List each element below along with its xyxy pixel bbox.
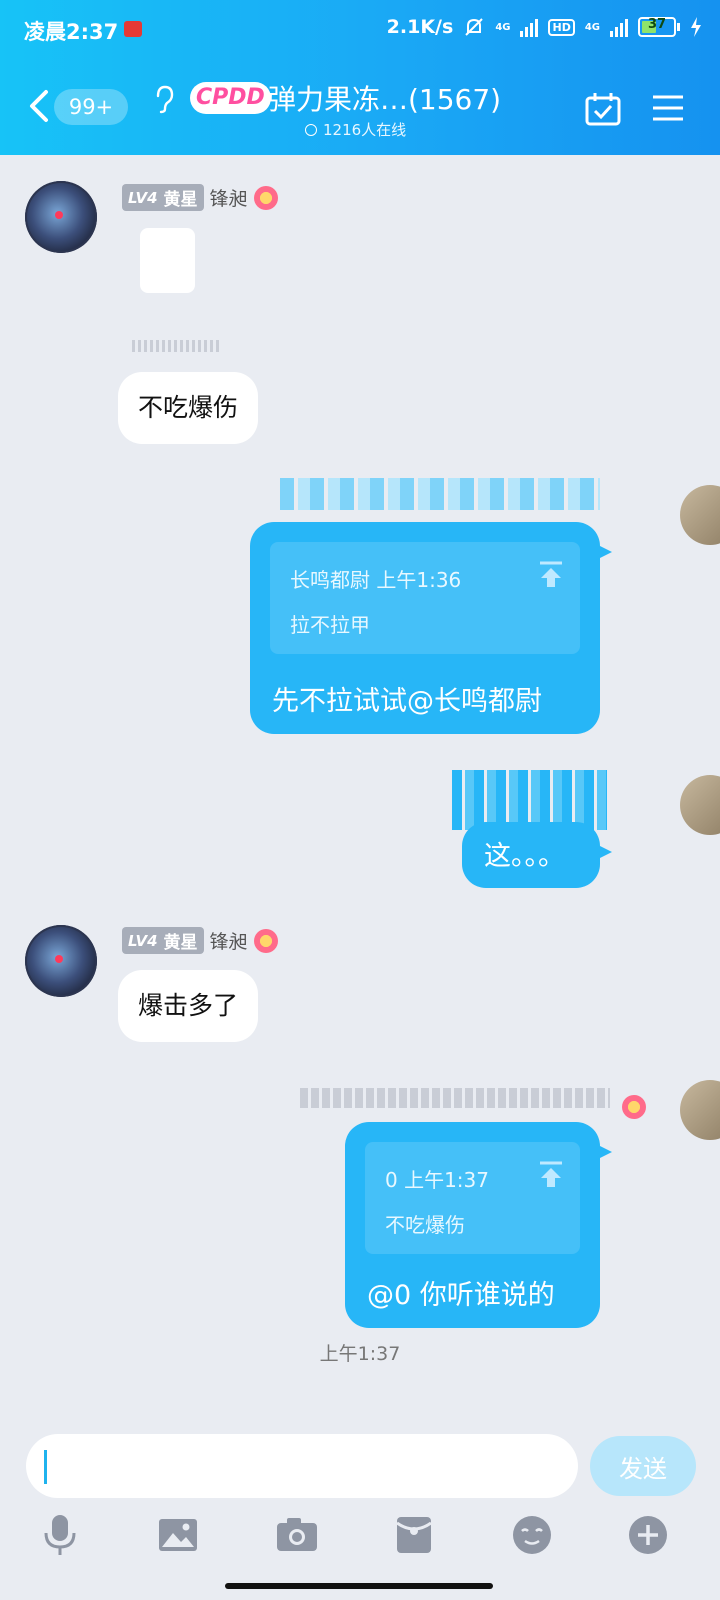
- message-input[interactable]: [26, 1434, 578, 1498]
- render-artifact: [452, 770, 607, 830]
- level-badge: LV4 黄星: [122, 927, 204, 954]
- chat-header: 凌晨2:37 2.1K/s 4G HD 4G 37 99+ CPDD 弹力果冻……: [0, 0, 720, 155]
- sender-info: LV4 黄星 锋昶: [122, 184, 278, 211]
- reply-message-bubble[interactable]: 长鸣都尉 上午1:36 拉不拉甲 先不拉试试@长鸣都尉: [250, 522, 612, 734]
- render-artifact: [300, 1088, 610, 1108]
- reply-message-bubble[interactable]: 0 上午1:37 不吃爆伤 @0 你听谁说的: [345, 1122, 612, 1328]
- mute-bell-icon: [465, 18, 484, 36]
- quoted-message[interactable]: 长鸣都尉 上午1:36 拉不拉甲: [270, 542, 580, 654]
- bubble-tail: [596, 544, 612, 560]
- red-packet-icon[interactable]: [392, 1513, 436, 1557]
- quoted-text: 不吃爆伤: [385, 1213, 465, 1237]
- self-avatar[interactable]: [680, 485, 720, 545]
- notification-app-icon: [124, 21, 142, 37]
- charging-icon: [691, 17, 701, 37]
- hd-badge: HD: [548, 18, 575, 36]
- quoted-text: 拉不拉甲: [290, 613, 370, 637]
- online-status: 1216人在线: [305, 119, 406, 140]
- time-separator: 上午1:37: [319, 1343, 401, 1365]
- signal-icon-1: [520, 17, 539, 37]
- plus-icon[interactable]: [626, 1513, 670, 1557]
- unread-count-badge[interactable]: 99+: [54, 89, 128, 125]
- self-avatar[interactable]: [680, 1080, 720, 1140]
- quoted-message[interactable]: 0 上午1:37 不吃爆伤: [365, 1142, 580, 1254]
- quoted-meta: 0 上午1:37: [385, 1168, 489, 1192]
- bubble-tail: [596, 1144, 612, 1160]
- signal-icon-2: [610, 17, 628, 37]
- sender-avatar[interactable]: [25, 925, 97, 997]
- status-time: 凌晨2:37: [24, 20, 119, 44]
- calendar-check-icon[interactable]: [585, 92, 621, 126]
- ear-icon[interactable]: [152, 84, 176, 114]
- message-bubble[interactable]: 不吃爆伤: [118, 372, 259, 444]
- message-text: 这。。。: [484, 841, 565, 872]
- status-right: 2.1K/s 4G HD 4G 37: [387, 16, 702, 38]
- group-logo: CPDD: [190, 82, 271, 114]
- self-avatar[interactable]: [680, 775, 720, 835]
- sender-info: LV4 黄星 锋昶: [122, 927, 278, 954]
- message-bubble[interactable]: 这。。。: [462, 822, 612, 888]
- battery-level: 37: [647, 17, 667, 32]
- network-type-2: 4G: [584, 21, 600, 33]
- render-artifact: [140, 228, 195, 293]
- message-text: 先不拉试试@长鸣都尉: [272, 686, 542, 717]
- image-icon[interactable]: [156, 1513, 200, 1557]
- send-button[interactable]: 发送: [590, 1436, 696, 1496]
- render-artifact: [280, 478, 600, 510]
- network-type-1: 4G: [495, 21, 511, 33]
- mic-icon[interactable]: [38, 1513, 82, 1557]
- message-text: @0 你听谁说的: [367, 1280, 555, 1311]
- emoji-icon[interactable]: [510, 1513, 554, 1557]
- online-count: 1216人在线: [323, 121, 407, 139]
- render-artifact: [132, 340, 222, 352]
- message-bubble[interactable]: 爆击多了: [118, 970, 259, 1042]
- camera-icon[interactable]: [275, 1513, 319, 1557]
- jump-to-top-icon[interactable]: [538, 560, 564, 588]
- sender-avatar[interactable]: [25, 181, 97, 253]
- level-badge: LV4 黄星: [122, 184, 204, 211]
- net-speed: 2.1K/s: [386, 16, 454, 38]
- quoted-meta: 长鸣都尉 上午1:36: [290, 568, 462, 592]
- text-cursor: [44, 1450, 47, 1484]
- battery-icon: 37: [638, 17, 680, 37]
- back-icon[interactable]: [26, 88, 52, 124]
- group-title[interactable]: 弹力果冻…(1567): [268, 78, 501, 118]
- sender-name[interactable]: 锋昶: [210, 184, 248, 211]
- sender-name[interactable]: 锋昶: [210, 927, 248, 954]
- jump-to-top-icon[interactable]: [538, 1160, 564, 1188]
- flower-icon: [253, 185, 278, 210]
- menu-icon[interactable]: [652, 94, 684, 122]
- status-bar: 凌晨2:37 2.1K/s 4G HD 4G 37: [0, 0, 720, 60]
- online-icon: [305, 123, 317, 136]
- bubble-tail: [596, 844, 612, 860]
- flower-icon: [622, 1095, 646, 1119]
- flower-icon: [253, 928, 278, 953]
- home-indicator[interactable]: [225, 1583, 493, 1589]
